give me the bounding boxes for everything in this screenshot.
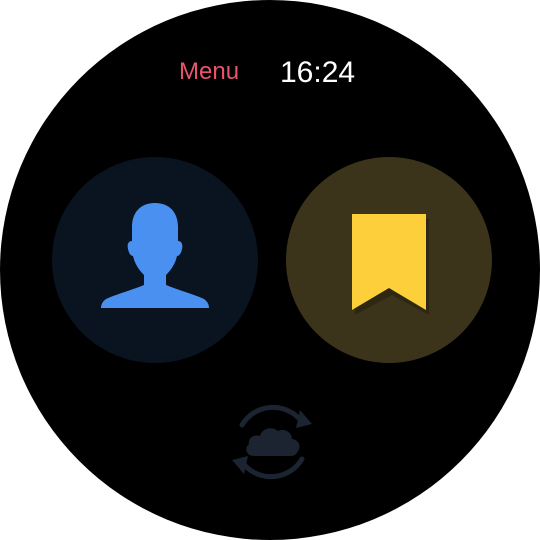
clock-time: 16:24 — [280, 56, 356, 89]
cloud-sync-icon — [232, 404, 312, 480]
bookmark-button[interactable] — [286, 157, 492, 363]
watch-screen: Menu 16:24 — [0, 0, 540, 540]
contacts-button[interactable] — [52, 157, 258, 363]
status-header: Menu 16:24 — [0, 52, 540, 92]
bookmark-icon — [352, 214, 429, 315]
cloud-sync-button[interactable] — [222, 392, 322, 492]
menu-button[interactable]: Menu — [179, 58, 239, 86]
person-icon — [101, 203, 209, 308]
